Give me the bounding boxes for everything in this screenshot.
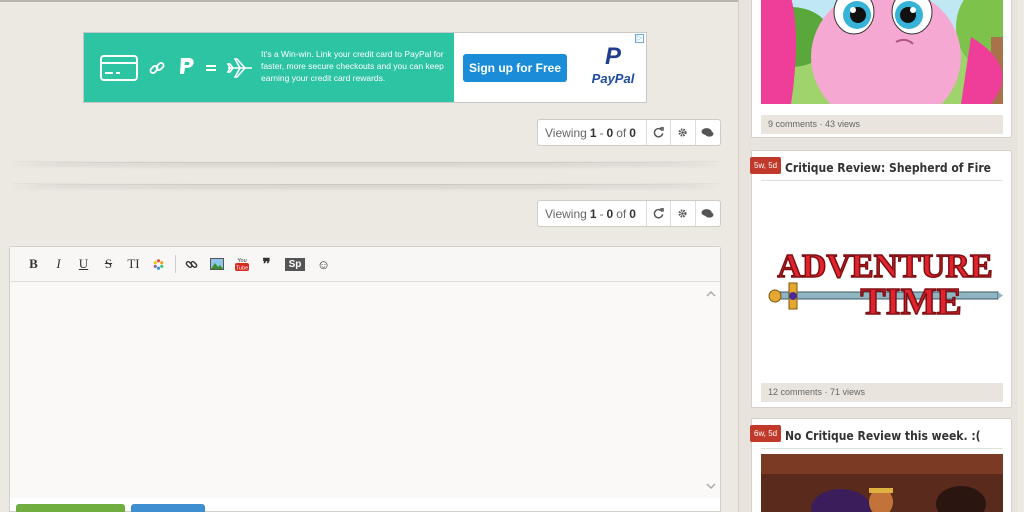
link-icon [149,61,165,74]
bold-button[interactable]: B [21,253,46,275]
settings-button[interactable] [671,120,696,145]
toolbar-separator [171,253,179,275]
pagination-bottom: Viewing 1 - 0 of 0 [537,200,721,227]
pony-image [761,0,1003,104]
paypal-p-icon [180,57,194,74]
viewing-label: Viewing [545,206,587,221]
gear-icon [678,209,688,218]
viewing-total: 0 [629,206,636,221]
link-icon [185,260,198,268]
viewing-of: of [616,206,627,221]
ad-text: It's a Win-win. Link your credit card to… [261,49,444,83]
card-thumbnail[interactable] [761,0,1003,104]
preview-button[interactable] [131,504,205,512]
scroll-down-icon[interactable] [706,482,716,490]
editor-toolbar: B I U S TI You Tube ❞ Sp ☺ [10,247,720,282]
viewing-of: of [616,125,627,140]
ad-icons [100,54,254,81]
comments-icon [701,209,714,218]
age-badge: 5w, 5d [750,157,782,174]
image-button[interactable] [204,253,229,275]
blog-card-3[interactable]: 6w, 5d No Critique Review this week. :( [750,418,1012,512]
youtube-icon-text-bottom: Tube [235,266,247,272]
comments-button[interactable] [696,120,720,145]
ad-right-panel: Sign up for Free P PayPal ▷ [454,33,646,102]
reply-editor: B I U S TI You Tube ❞ Sp ☺ [9,246,721,512]
card-thumbnail[interactable]: ADVENTURE TIME [761,189,1003,381]
post-reply-button[interactable] [16,504,125,512]
settings-button[interactable] [671,201,696,226]
blog-card-2[interactable]: 5w, 5d Critique Review: Shepherd of Fire… [750,150,1012,408]
underline-button[interactable]: U [71,253,96,275]
airplane-icon [226,57,252,78]
dark-scene-image [761,454,1003,512]
refresh-icon [653,127,664,138]
comments-icon [701,128,714,137]
font-size-button[interactable]: TI [121,253,146,275]
gear-icon [678,128,688,137]
viewing-sep: - [599,125,604,140]
refresh-icon [653,208,664,219]
comments-button[interactable] [696,201,720,226]
main-column: It's a Win-win. Link your credit card to… [0,0,740,512]
image-icon [209,258,224,270]
card-stats: 9 comments · 43 views [761,115,1003,134]
youtube-icon: You Tube [234,258,249,272]
paypal-logo-mark: P [604,43,621,70]
sign-up-button[interactable]: Sign up for Free [463,54,567,82]
adchoices-icon[interactable]: ▷ [635,34,644,43]
divider [12,182,720,185]
quote-button[interactable]: ❞ [254,253,279,275]
card-title-rule [761,180,1003,181]
paypal-logo[interactable]: P PayPal [578,43,648,86]
link-button[interactable] [179,253,204,275]
italic-button[interactable]: I [46,253,71,275]
card-thumbnail[interactable] [761,454,1003,512]
card-stats: 12 comments · 71 views [761,383,1003,402]
card-title[interactable]: Critique Review: Shepherd of Fire [785,161,991,175]
emoji-button[interactable]: ☺ [311,253,336,275]
strikethrough-button[interactable]: S [96,253,121,275]
divider [12,160,720,163]
adventure-time-logo: ADVENTURE TIME [761,189,1003,381]
age-badge: 6w, 5d [750,425,782,442]
viewing-to: 0 [606,206,614,221]
refresh-button[interactable] [647,201,672,226]
paypal-wordmark: PayPal [591,71,635,86]
logo-text-adventure: ADVENTURE [777,248,992,285]
paypal-ad-banner[interactable]: It's a Win-win. Link your credit card to… [83,32,647,103]
viewing-from: 1 [589,206,597,221]
youtube-button[interactable]: You Tube [229,253,254,275]
message-textarea[interactable] [10,282,720,498]
scroll-up-icon[interactable] [706,290,716,298]
refresh-button[interactable] [647,120,672,145]
page-right-edge [1018,0,1024,512]
viewing-count: Viewing 1 - 0 of 0 [538,120,647,145]
ad-left-panel: It's a Win-win. Link your credit card to… [84,33,454,102]
spoiler-label: Sp [284,257,306,271]
viewing-label: Viewing [545,125,587,140]
pagination-top: Viewing 1 - 0 of 0 [537,119,721,146]
logo-text-time: TIME [860,281,961,323]
spoiler-button[interactable]: Sp [279,253,311,275]
viewing-from: 1 [589,125,597,140]
equals-icon [206,64,216,71]
credit-card-icon [100,54,138,81]
viewing-to: 0 [606,125,614,140]
color-wheel-icon [153,258,164,270]
viewing-count: Viewing 1 - 0 of 0 [538,201,647,226]
blog-card-1[interactable]: 9 comments · 43 views [751,0,1012,138]
color-button[interactable] [146,253,171,275]
viewing-sep: - [599,206,604,221]
card-title-rule [761,448,1003,449]
viewing-total: 0 [629,125,636,140]
card-title[interactable]: No Critique Review this week. :( [785,429,981,443]
